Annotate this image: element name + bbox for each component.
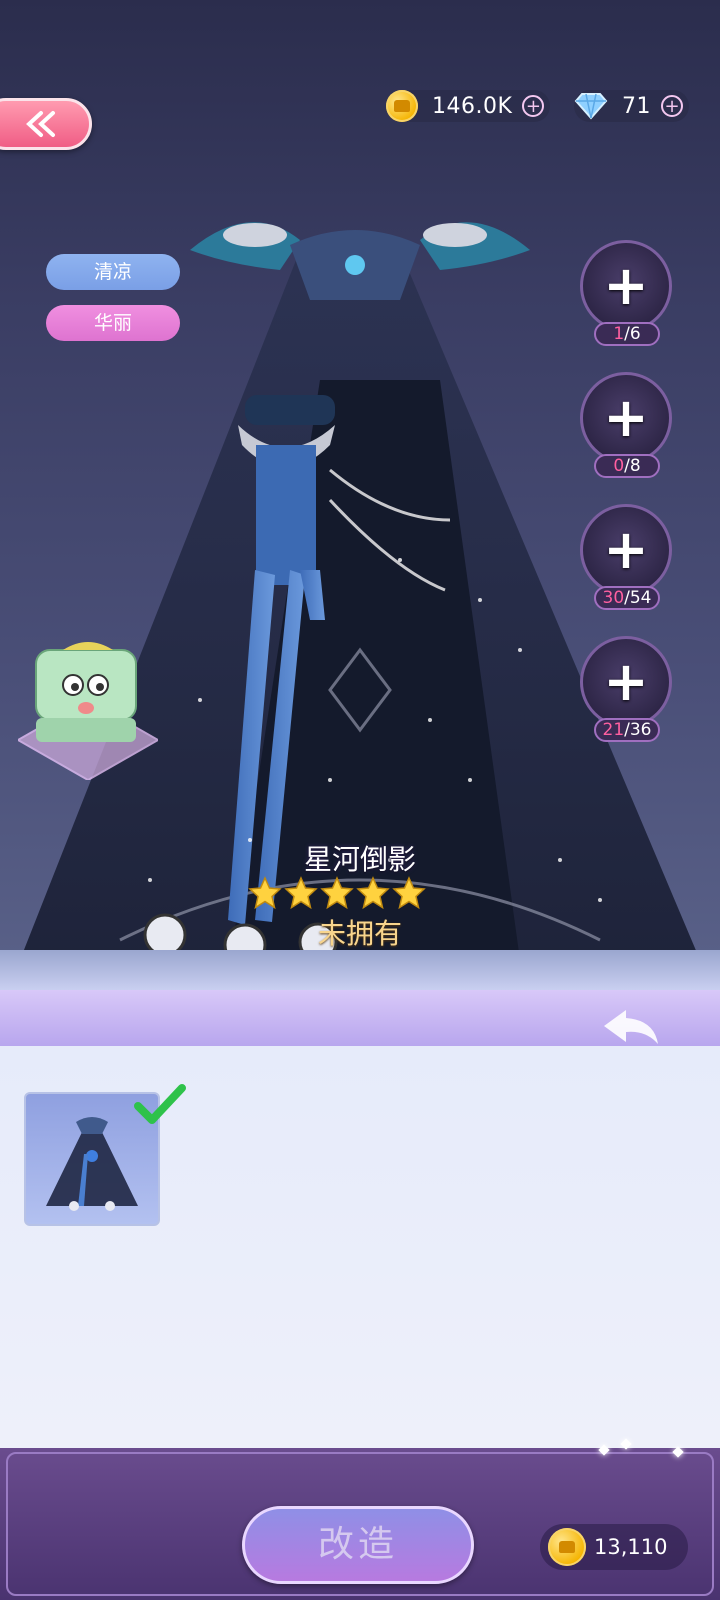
star-icon <box>248 876 282 910</box>
material-count: 0/8 <box>594 454 660 478</box>
diamond-amount: 71 <box>622 93 651 119</box>
diamond-icon <box>574 93 608 120</box>
green-outfit-icon: + <box>580 372 672 464</box>
star-icon <box>356 876 390 910</box>
material-slot-3[interactable]: + 30/54 <box>580 504 676 614</box>
stage-floor <box>0 950 720 990</box>
sewing-machine-icon[interactable] <box>18 640 158 780</box>
star-rating <box>248 876 428 910</box>
ownership-status: 未拥有 <box>317 917 402 950</box>
outfit-figure-icon: + <box>580 240 672 332</box>
material-count: 21/36 <box>594 718 660 742</box>
back-button[interactable] <box>0 98 92 150</box>
material-count: 1/6 <box>594 322 660 346</box>
material-slot-4[interactable]: + 21/36 <box>580 636 676 746</box>
plus-circle-icon[interactable]: + <box>522 95 545 117</box>
gold-coin-icon <box>548 1528 586 1566</box>
check-icon <box>134 1084 186 1124</box>
plus-circle-icon[interactable]: + <box>661 95 683 117</box>
material-slot-2[interactable]: + 0/8 <box>580 372 676 482</box>
star-icon <box>284 876 318 910</box>
tag-huali: 华丽 <box>46 305 180 341</box>
star-icon <box>392 876 426 910</box>
cost-amount: 13,110 <box>594 1535 668 1559</box>
material-slot-1[interactable]: + 1/6 <box>580 240 676 350</box>
undo-arrow-icon[interactable] <box>600 1006 662 1048</box>
craft-cost: 13,110 <box>540 1524 688 1570</box>
outfit-name: 星河倒影 <box>303 843 416 876</box>
red-leather-icon: + <box>580 636 672 728</box>
tag-qingliang: 清凉 <box>46 254 180 290</box>
gold-amount: 146.0K <box>432 93 513 119</box>
double-chevron-left-icon <box>26 111 55 137</box>
gold-coin-icon <box>386 90 418 122</box>
star-icon <box>320 876 354 910</box>
fabric-stack-icon: + <box>580 504 672 596</box>
material-count: 30/54 <box>594 586 660 610</box>
diamond-currency: 71 + <box>574 90 689 122</box>
gold-currency: 146.0K + <box>386 90 551 122</box>
craft-button[interactable]: 改造 <box>242 1506 474 1584</box>
